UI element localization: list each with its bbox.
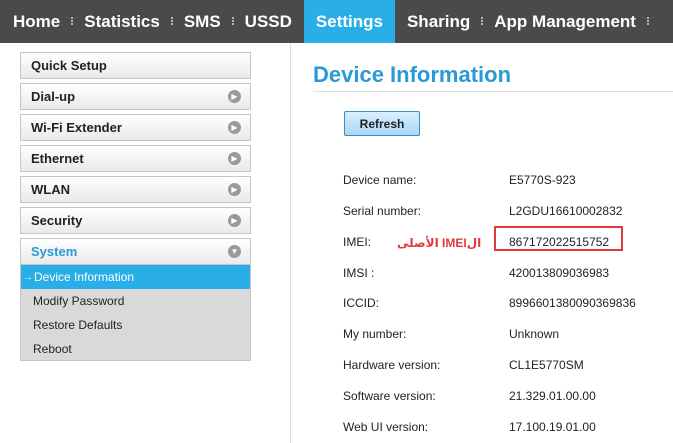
chevron-right-icon: ▶: [228, 90, 241, 103]
info-label: Hardware version:: [343, 358, 441, 372]
info-label: My number:: [343, 327, 407, 341]
info-row-device-name: Device name: E5770S-923: [313, 170, 673, 190]
sidebar-item-system[interactable]: System ▼: [20, 238, 251, 265]
sidebar-item-wlan[interactable]: WLAN ▶: [20, 176, 251, 203]
nav-settings[interactable]: Settings: [303, 0, 395, 43]
info-row-web-ui-version: Web UI version: 17.100.19.01.00: [313, 417, 673, 437]
sidebar-item-dial-up[interactable]: Dial-up ▶: [20, 83, 251, 110]
arrow-right-icon: →: [23, 271, 33, 283]
sidebar-item-label: Dial-up: [31, 89, 76, 104]
nav-sharing-label: Sharing: [406, 11, 471, 31]
sidebar-item-quick-setup[interactable]: Quick Setup: [20, 52, 251, 79]
info-label: ICCID:: [343, 296, 379, 310]
nav-home[interactable]: Home: [0, 0, 74, 43]
sidebar: Quick Setup Dial-up ▶ Wi-Fi Extender ▶ E…: [20, 52, 251, 361]
chevron-right-icon: ▶: [228, 152, 241, 165]
nav-sms-label: SMS: [183, 11, 221, 31]
sidebar-item-label: Quick Setup: [31, 58, 107, 73]
sidebar-item-wifi-extender[interactable]: Wi-Fi Extender ▶: [20, 114, 251, 141]
nav-app-management-label: App Management: [494, 11, 636, 31]
submenu-item-label: Modify Password: [33, 294, 125, 308]
info-row-hardware-version: Hardware version: CL1E5770SM: [313, 355, 673, 375]
info-value: 17.100.19.01.00: [509, 420, 596, 434]
submenu-item-label: Reboot: [33, 342, 72, 356]
nav-separator: [646, 17, 649, 25]
info-row-software-version: Software version: 21.329.01.00.00: [313, 386, 673, 406]
info-label: IMSI :: [343, 266, 375, 280]
nav-settings-label: Settings: [315, 11, 383, 31]
imei-highlight-box: [494, 226, 623, 251]
refresh-button[interactable]: Refresh: [344, 111, 420, 136]
sidebar-item-label: Wi-Fi Extender: [31, 120, 122, 135]
sidebar-item-label: Ethernet: [31, 151, 84, 166]
sidebar-item-label: WLAN: [31, 182, 70, 197]
sidebar-item-security[interactable]: Security ▶: [20, 207, 251, 234]
chevron-right-icon: ▶: [228, 183, 241, 196]
info-value: 420013809036983: [509, 266, 610, 280]
chevron-down-icon: ▼: [228, 245, 241, 258]
nav-app-management[interactable]: App Management: [482, 0, 649, 43]
system-submenu: → Device Information Modify Password Res…: [20, 265, 251, 361]
chevron-right-icon: ▶: [228, 121, 241, 134]
info-row-imsi: IMSI : 420013809036983: [313, 263, 673, 283]
imei-annotation: الIMEI الأصلى: [397, 236, 482, 250]
page-title: Device Information: [313, 62, 512, 87]
info-row-my-number: My number: Unknown: [313, 324, 673, 344]
top-navigation: Home Statistics SMS USSD Settings Sharin…: [0, 0, 673, 43]
info-value: Unknown: [509, 327, 560, 341]
sidebar-item-label: System: [31, 244, 78, 259]
title-divider: [313, 91, 673, 92]
info-label: Serial number:: [343, 204, 422, 218]
nav-ussd[interactable]: USSD: [233, 0, 304, 43]
submenu-item-restore-defaults[interactable]: Restore Defaults: [21, 313, 250, 337]
info-value: 8996601380090369836: [509, 296, 636, 310]
info-label: Device name:: [343, 173, 417, 187]
chevron-right-icon: ▶: [228, 214, 241, 227]
info-value: CL1E5770SM: [509, 358, 584, 372]
info-label: Software version:: [343, 389, 436, 403]
info-row-serial-number: Serial number: L2GDU16610002832: [313, 201, 673, 221]
submenu-item-modify-password[interactable]: Modify Password: [21, 289, 250, 313]
nav-sms[interactable]: SMS: [172, 0, 234, 43]
nav-home-label: Home: [13, 11, 61, 31]
sidebar-item-ethernet[interactable]: Ethernet ▶: [20, 145, 251, 172]
submenu-item-device-information[interactable]: → Device Information: [21, 265, 250, 289]
submenu-item-label: Device Information: [34, 270, 135, 284]
info-value: 21.329.01.00.00: [509, 389, 596, 403]
info-value: E5770S-923: [509, 173, 576, 187]
info-label: IMEI:: [343, 235, 372, 249]
submenu-item-reboot[interactable]: Reboot: [21, 337, 250, 361]
info-row-iccid: ICCID: 8996601380090369836: [313, 293, 673, 313]
nav-statistics[interactable]: Statistics: [72, 0, 173, 43]
submenu-item-label: Restore Defaults: [33, 318, 123, 332]
nav-statistics-label: Statistics: [84, 11, 160, 31]
sidebar-item-label: Security: [31, 213, 83, 228]
vertical-divider: [290, 43, 291, 443]
info-value: L2GDU16610002832: [509, 204, 623, 218]
nav-ussd-label: USSD: [244, 11, 292, 31]
info-label: Web UI version:: [343, 420, 429, 434]
nav-sharing[interactable]: Sharing: [395, 0, 484, 43]
main-content: Device Information Refresh Device name: …: [313, 43, 673, 443]
